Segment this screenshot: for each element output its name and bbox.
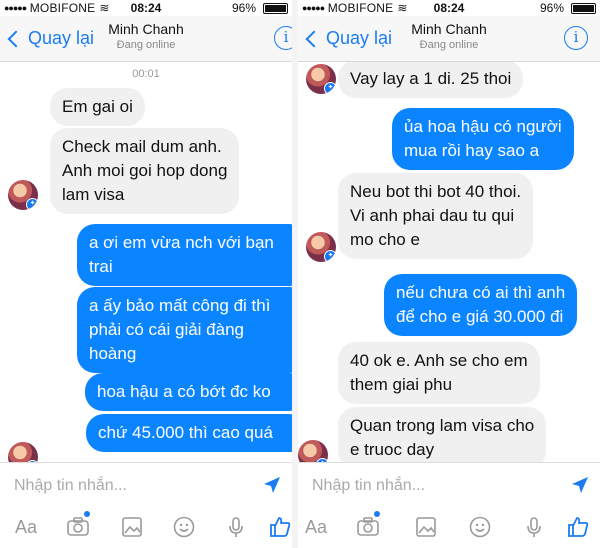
messenger-badge-icon: ✦ bbox=[324, 82, 336, 94]
message-bubble-outgoing[interactable]: a ơi em vừa nch với bạn trai bbox=[77, 224, 292, 286]
status-bar: ●●●●● MOBIFONE ≋ 08:24 96% bbox=[0, 0, 292, 16]
message-bubble-incoming[interactable]: Quan trong lam visa cho e truoc day bbox=[338, 407, 547, 462]
composer-toolbar: Aa bbox=[0, 511, 292, 541]
contact-avatar[interactable]: ✦ bbox=[298, 440, 328, 462]
thumbs-up-icon[interactable] bbox=[564, 513, 592, 541]
message-input[interactable]: Nhập tin nhắn... bbox=[312, 477, 425, 495]
contact-avatar[interactable]: ✦ bbox=[306, 232, 336, 262]
notification-dot bbox=[84, 511, 90, 517]
battery-icon bbox=[263, 3, 288, 14]
conversation-title[interactable]: Minh Chanh Đang online bbox=[298, 21, 600, 51]
battery-percent: 96% bbox=[231, 1, 256, 15]
message-input[interactable]: Nhập tin nhắn... bbox=[14, 477, 127, 495]
send-icon[interactable] bbox=[570, 475, 590, 495]
contact-name: Minh Chanh bbox=[108, 21, 184, 37]
microphone-icon[interactable] bbox=[222, 513, 250, 541]
emoji-icon[interactable] bbox=[170, 513, 198, 541]
presence-status: Đang online bbox=[116, 39, 176, 51]
presence-status: Đang online bbox=[419, 39, 479, 51]
photo-icon[interactable] bbox=[118, 513, 146, 541]
contact-avatar[interactable]: ✦ bbox=[8, 442, 38, 462]
message-bubble-incoming[interactable]: Neu bot thi bot 40 thoi. Vi anh phai dau… bbox=[338, 173, 534, 259]
photo-icon[interactable] bbox=[412, 513, 440, 541]
message-bubble-incoming[interactable]: 40 ok e. Anh se cho em them giai phu bbox=[338, 342, 540, 404]
message-bubble-incoming[interactable]: Vay lay a 1 di. 25 thoi bbox=[338, 62, 524, 98]
notification-dot bbox=[374, 511, 380, 517]
message-composer: Nhập tin nhắn... Aa bbox=[0, 462, 292, 548]
emoji-icon[interactable] bbox=[466, 513, 494, 541]
thumbs-up-icon[interactable] bbox=[266, 513, 292, 541]
messenger-badge-icon: ✦ bbox=[324, 250, 336, 262]
message-bubble-outgoing[interactable]: a ấy bảo mất công đi thì phải có cái giả… bbox=[77, 287, 292, 373]
contact-avatar[interactable]: ✦ bbox=[8, 180, 38, 210]
text-format-icon[interactable]: Aa bbox=[12, 513, 40, 541]
composer-toolbar: Aa bbox=[298, 511, 600, 541]
nav-bar: Quay lại Minh Chanh Đang online i bbox=[0, 16, 292, 62]
text-format-icon[interactable]: Aa bbox=[302, 513, 330, 541]
messenger-badge-icon: ✦ bbox=[26, 198, 38, 210]
camera-icon[interactable] bbox=[64, 511, 92, 541]
message-bubble-incoming[interactable]: Em gai oi bbox=[50, 88, 145, 126]
left-screenshot: ●●●●● MOBIFONE ≋ 08:24 96% Quay lại Minh … bbox=[0, 0, 292, 548]
send-icon[interactable] bbox=[262, 475, 282, 495]
status-bar: ●●●●● MOBIFONE ≋ 08:24 96% bbox=[298, 0, 600, 16]
contact-avatar[interactable]: ✦ bbox=[306, 64, 336, 94]
thread-timestamp: 00:01 bbox=[132, 68, 160, 80]
conversation-title[interactable]: Minh Chanh Đang online bbox=[0, 21, 292, 51]
message-bubble-outgoing[interactable]: ủa hoa hậu có người mua rồi hay sao a bbox=[392, 108, 574, 170]
message-bubble-outgoing[interactable]: nếu chưa có ai thì anh để cho e giá 30.0… bbox=[384, 274, 578, 336]
right-screenshot: ●●●●● MOBIFONE ≋ 08:24 96% Quay lại Minh … bbox=[298, 0, 600, 548]
battery-icon bbox=[571, 3, 596, 14]
message-thread[interactable]: 00:01 Em gai oi Check mail dum anh. Anh … bbox=[0, 62, 292, 462]
microphone-icon[interactable] bbox=[520, 513, 548, 541]
nav-bar: Quay lại Minh Chanh Đang online i bbox=[298, 16, 600, 62]
message-composer: Nhập tin nhắn... Aa bbox=[298, 462, 600, 548]
message-thread[interactable]: Vay lay a 1 di. 25 thoi ✦ ủa hoa hậu có … bbox=[298, 62, 600, 462]
message-bubble-outgoing[interactable]: hoa hậu a có bớt đc ko bbox=[85, 373, 292, 411]
message-bubble-outgoing[interactable]: chứ 45.000 thì cao quá bbox=[86, 414, 292, 452]
camera-icon[interactable] bbox=[354, 511, 382, 541]
battery-percent: 96% bbox=[539, 1, 564, 15]
contact-name: Minh Chanh bbox=[411, 21, 487, 37]
message-bubble-incoming[interactable]: Check mail dum anh. Anh moi goi hop dong… bbox=[50, 128, 240, 214]
info-icon[interactable]: i bbox=[274, 26, 292, 50]
info-icon[interactable]: i bbox=[564, 26, 588, 50]
